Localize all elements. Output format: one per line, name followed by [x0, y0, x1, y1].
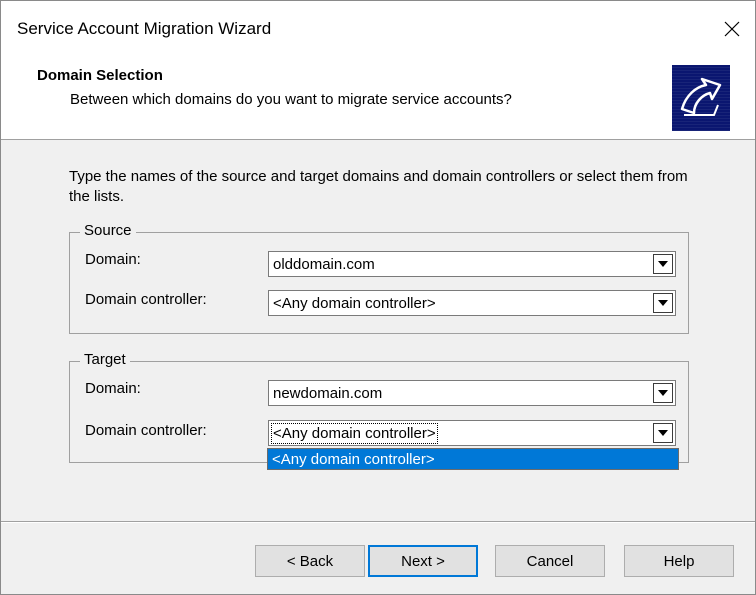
wizard-header: Domain Selection Between which domains d… — [1, 57, 755, 140]
back-button[interactable]: < Back — [255, 545, 365, 577]
source-domain-combo[interactable]: olddomain.com — [268, 251, 676, 277]
source-dc-label: Domain controller: — [85, 291, 207, 308]
source-group: Source Domain: olddomain.com Domain cont… — [69, 222, 689, 334]
target-dc-value[interactable]: <Any domain controller> — [271, 423, 438, 444]
cancel-button[interactable]: Cancel — [495, 545, 605, 577]
source-domain-label: Domain: — [85, 251, 141, 268]
close-button[interactable] — [709, 1, 755, 57]
source-dc-dropdown-button[interactable] — [653, 293, 673, 313]
source-dc-value[interactable]: <Any domain controller> — [273, 295, 436, 312]
source-domain-dropdown-button[interactable] — [653, 254, 673, 274]
help-button[interactable]: Help — [624, 545, 734, 577]
window-title: Service Account Migration Wizard — [17, 19, 272, 38]
target-domain-combo[interactable]: newdomain.com — [268, 380, 676, 406]
close-icon — [724, 21, 740, 37]
target-dc-label: Domain controller: — [85, 422, 207, 439]
page-title: Domain Selection — [37, 67, 163, 84]
chevron-down-icon — [658, 430, 668, 436]
target-dc-dropdown-button[interactable] — [653, 423, 673, 443]
target-legend: Target — [80, 351, 130, 368]
source-domain-value[interactable]: olddomain.com — [273, 256, 375, 273]
chevron-down-icon — [658, 390, 668, 396]
instructions-text: Type the names of the source and target … — [69, 168, 688, 205]
source-dc-combo[interactable]: <Any domain controller> — [268, 290, 676, 316]
footer-divider-highlight — [1, 522, 755, 523]
wizard-window: Service Account Migration Wizard Domain … — [0, 0, 756, 595]
target-dc-combo[interactable]: <Any domain controller> — [268, 420, 676, 446]
page-subtitle: Between which domains do you want to mig… — [70, 91, 512, 108]
wizard-graphic-icon — [672, 65, 730, 131]
target-domain-value[interactable]: newdomain.com — [273, 385, 382, 402]
target-domain-dropdown-button[interactable] — [653, 383, 673, 403]
target-domain-label: Domain: — [85, 380, 141, 397]
next-button[interactable]: Next > — [368, 545, 478, 577]
source-legend: Source — [80, 222, 136, 239]
dropdown-option-any-dc[interactable]: <Any domain controller> — [272, 451, 435, 468]
title-bar: Service Account Migration Wizard — [1, 1, 755, 57]
chevron-down-icon — [658, 261, 668, 267]
target-dc-dropdown-list: <Any domain controller> — [267, 448, 679, 470]
chevron-down-icon — [658, 300, 668, 306]
